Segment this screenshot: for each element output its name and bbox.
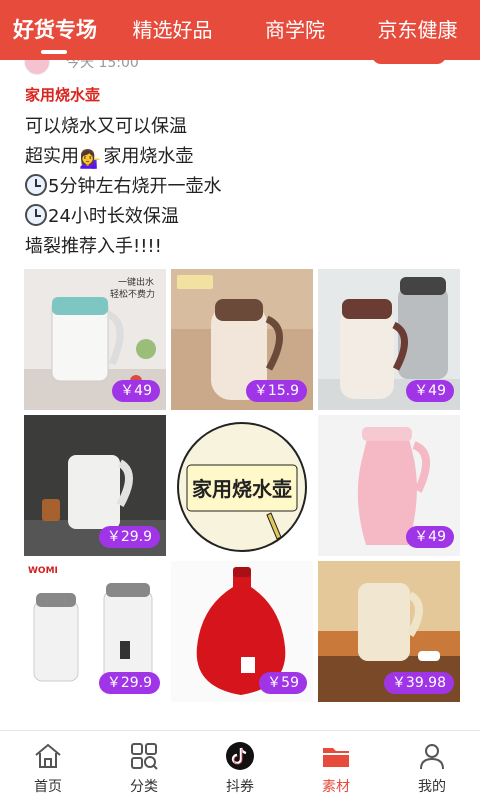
tab-jingdong-jiankang[interactable]: 京东健康 <box>355 0 480 60</box>
price-badge: ￥29.9 <box>98 526 160 548</box>
product-image[interactable]: 家用烧水壶 <box>171 415 313 556</box>
product-image[interactable]: WOMI ￥29.9 <box>24 561 166 702</box>
category-icon <box>131 743 158 770</box>
desc-text: 5分钟左右烧开一壶水 <box>48 176 222 197</box>
folder-icon <box>323 748 349 767</box>
desc-line: 超实用💁‍♀️ 家用烧水壶 <box>25 142 465 172</box>
home-icon <box>35 743 61 768</box>
douyin-icon <box>226 742 254 770</box>
nav-mine[interactable]: 我的 <box>384 731 480 800</box>
product-image[interactable]: ￥59 <box>171 561 313 702</box>
nav-label: 分类 <box>130 779 158 795</box>
desc-text: 可以烧水又可以保温 <box>25 116 187 137</box>
active-tab-indicator <box>41 50 67 54</box>
product-image[interactable]: 一键出水 轻松不费力 ￥49 <box>24 269 166 410</box>
product-title: 家用烧水壶 <box>25 86 101 104</box>
desc-line: 5分钟左右烧开一壶水 <box>25 172 465 202</box>
price-badge: ￥49 <box>406 380 454 402</box>
brand-logo-text: WOMI <box>28 566 58 576</box>
price-badge: ￥39.98 <box>383 672 454 694</box>
clock-icon <box>25 204 47 226</box>
desc-text: 墙裂推荐入手!!!! <box>25 236 162 257</box>
product-image[interactable]: ￥39.98 <box>318 561 460 702</box>
card-text: 家用烧水壶 <box>192 477 292 501</box>
tab-label: 商学院 <box>265 18 325 42</box>
price-badge: ￥49 <box>112 380 160 402</box>
price-badge: ￥59 <box>259 672 307 694</box>
nav-label: 我的 <box>418 779 446 795</box>
price-badge: ￥49 <box>406 526 454 548</box>
tab-label: 京东健康 <box>377 18 458 42</box>
action-button[interactable] <box>372 60 446 64</box>
product-image[interactable]: ￥49 <box>318 415 460 556</box>
text-card-image: 家用烧水壶 <box>171 415 313 556</box>
desc-text: 家用烧水壶 <box>103 146 194 167</box>
nav-category[interactable]: 分类 <box>96 731 192 800</box>
desc-text: 超实用 <box>25 146 79 167</box>
tab-shangxueyuan[interactable]: 商学院 <box>235 0 355 60</box>
post-header: 今天 15:00 <box>24 60 139 75</box>
nav-label: 抖券 <box>226 779 254 795</box>
clock-icon <box>25 174 47 196</box>
tab-jingxuan-haopin[interactable]: 精选好品 <box>110 0 235 60</box>
tab-label: 精选好品 <box>132 18 213 42</box>
woman-tipping-hand-emoji-icon: 💁‍♀️ <box>79 149 102 170</box>
tab-haohuo-zhuanchang[interactable]: 好货专场 <box>0 0 110 60</box>
tab-label: 好货专场 <box>13 18 97 42</box>
product-image[interactable]: ￥29.9 <box>24 415 166 556</box>
user-icon <box>420 744 444 770</box>
product-image[interactable]: ￥49 <box>318 269 460 410</box>
price-badge: ￥15.9 <box>245 380 307 402</box>
avatar[interactable] <box>24 60 50 75</box>
material-feed[interactable]: 今天 15:00 家用烧水壶 可以烧水又可以保温 超实用💁‍♀️ 家用烧水壶 5分… <box>0 60 480 730</box>
nav-home[interactable]: 首页 <box>0 731 96 800</box>
desc-line: 24小时长效保温 <box>25 202 465 232</box>
desc-line: 墙裂推荐入手!!!! <box>25 232 465 262</box>
bottom-navigation: 首页 分类 抖券 素材 我的 <box>0 730 480 800</box>
post-time: 今天 15:00 <box>66 60 139 71</box>
product-image-grid: 一键出水 轻松不费力 ￥49 ￥15.9 ￥49 ￥29.9 家用烧水壶 ￥49… <box>24 269 460 703</box>
desc-line: 可以烧水又可以保温 <box>25 112 465 142</box>
nav-label: 素材 <box>322 779 350 795</box>
price-badge: ￥29.9 <box>98 672 160 694</box>
product-image[interactable]: ￥15.9 <box>171 269 313 410</box>
desc-text: 24小时长效保温 <box>48 206 179 227</box>
nav-sucai[interactable]: 素材 <box>288 731 384 800</box>
top-tab-bar: 好货专场 精选好品 商学院 京东健康 <box>0 0 480 60</box>
post-description: 可以烧水又可以保温 超实用💁‍♀️ 家用烧水壶 5分钟左右烧开一壶水 24小时长效… <box>25 112 465 262</box>
nav-label: 首页 <box>34 779 62 795</box>
svg-text:轻松不费力: 轻松不费力 <box>110 288 155 300</box>
image-overlay-text: 一键出水 <box>118 276 154 288</box>
nav-douquan[interactable]: 抖券 <box>192 731 288 800</box>
